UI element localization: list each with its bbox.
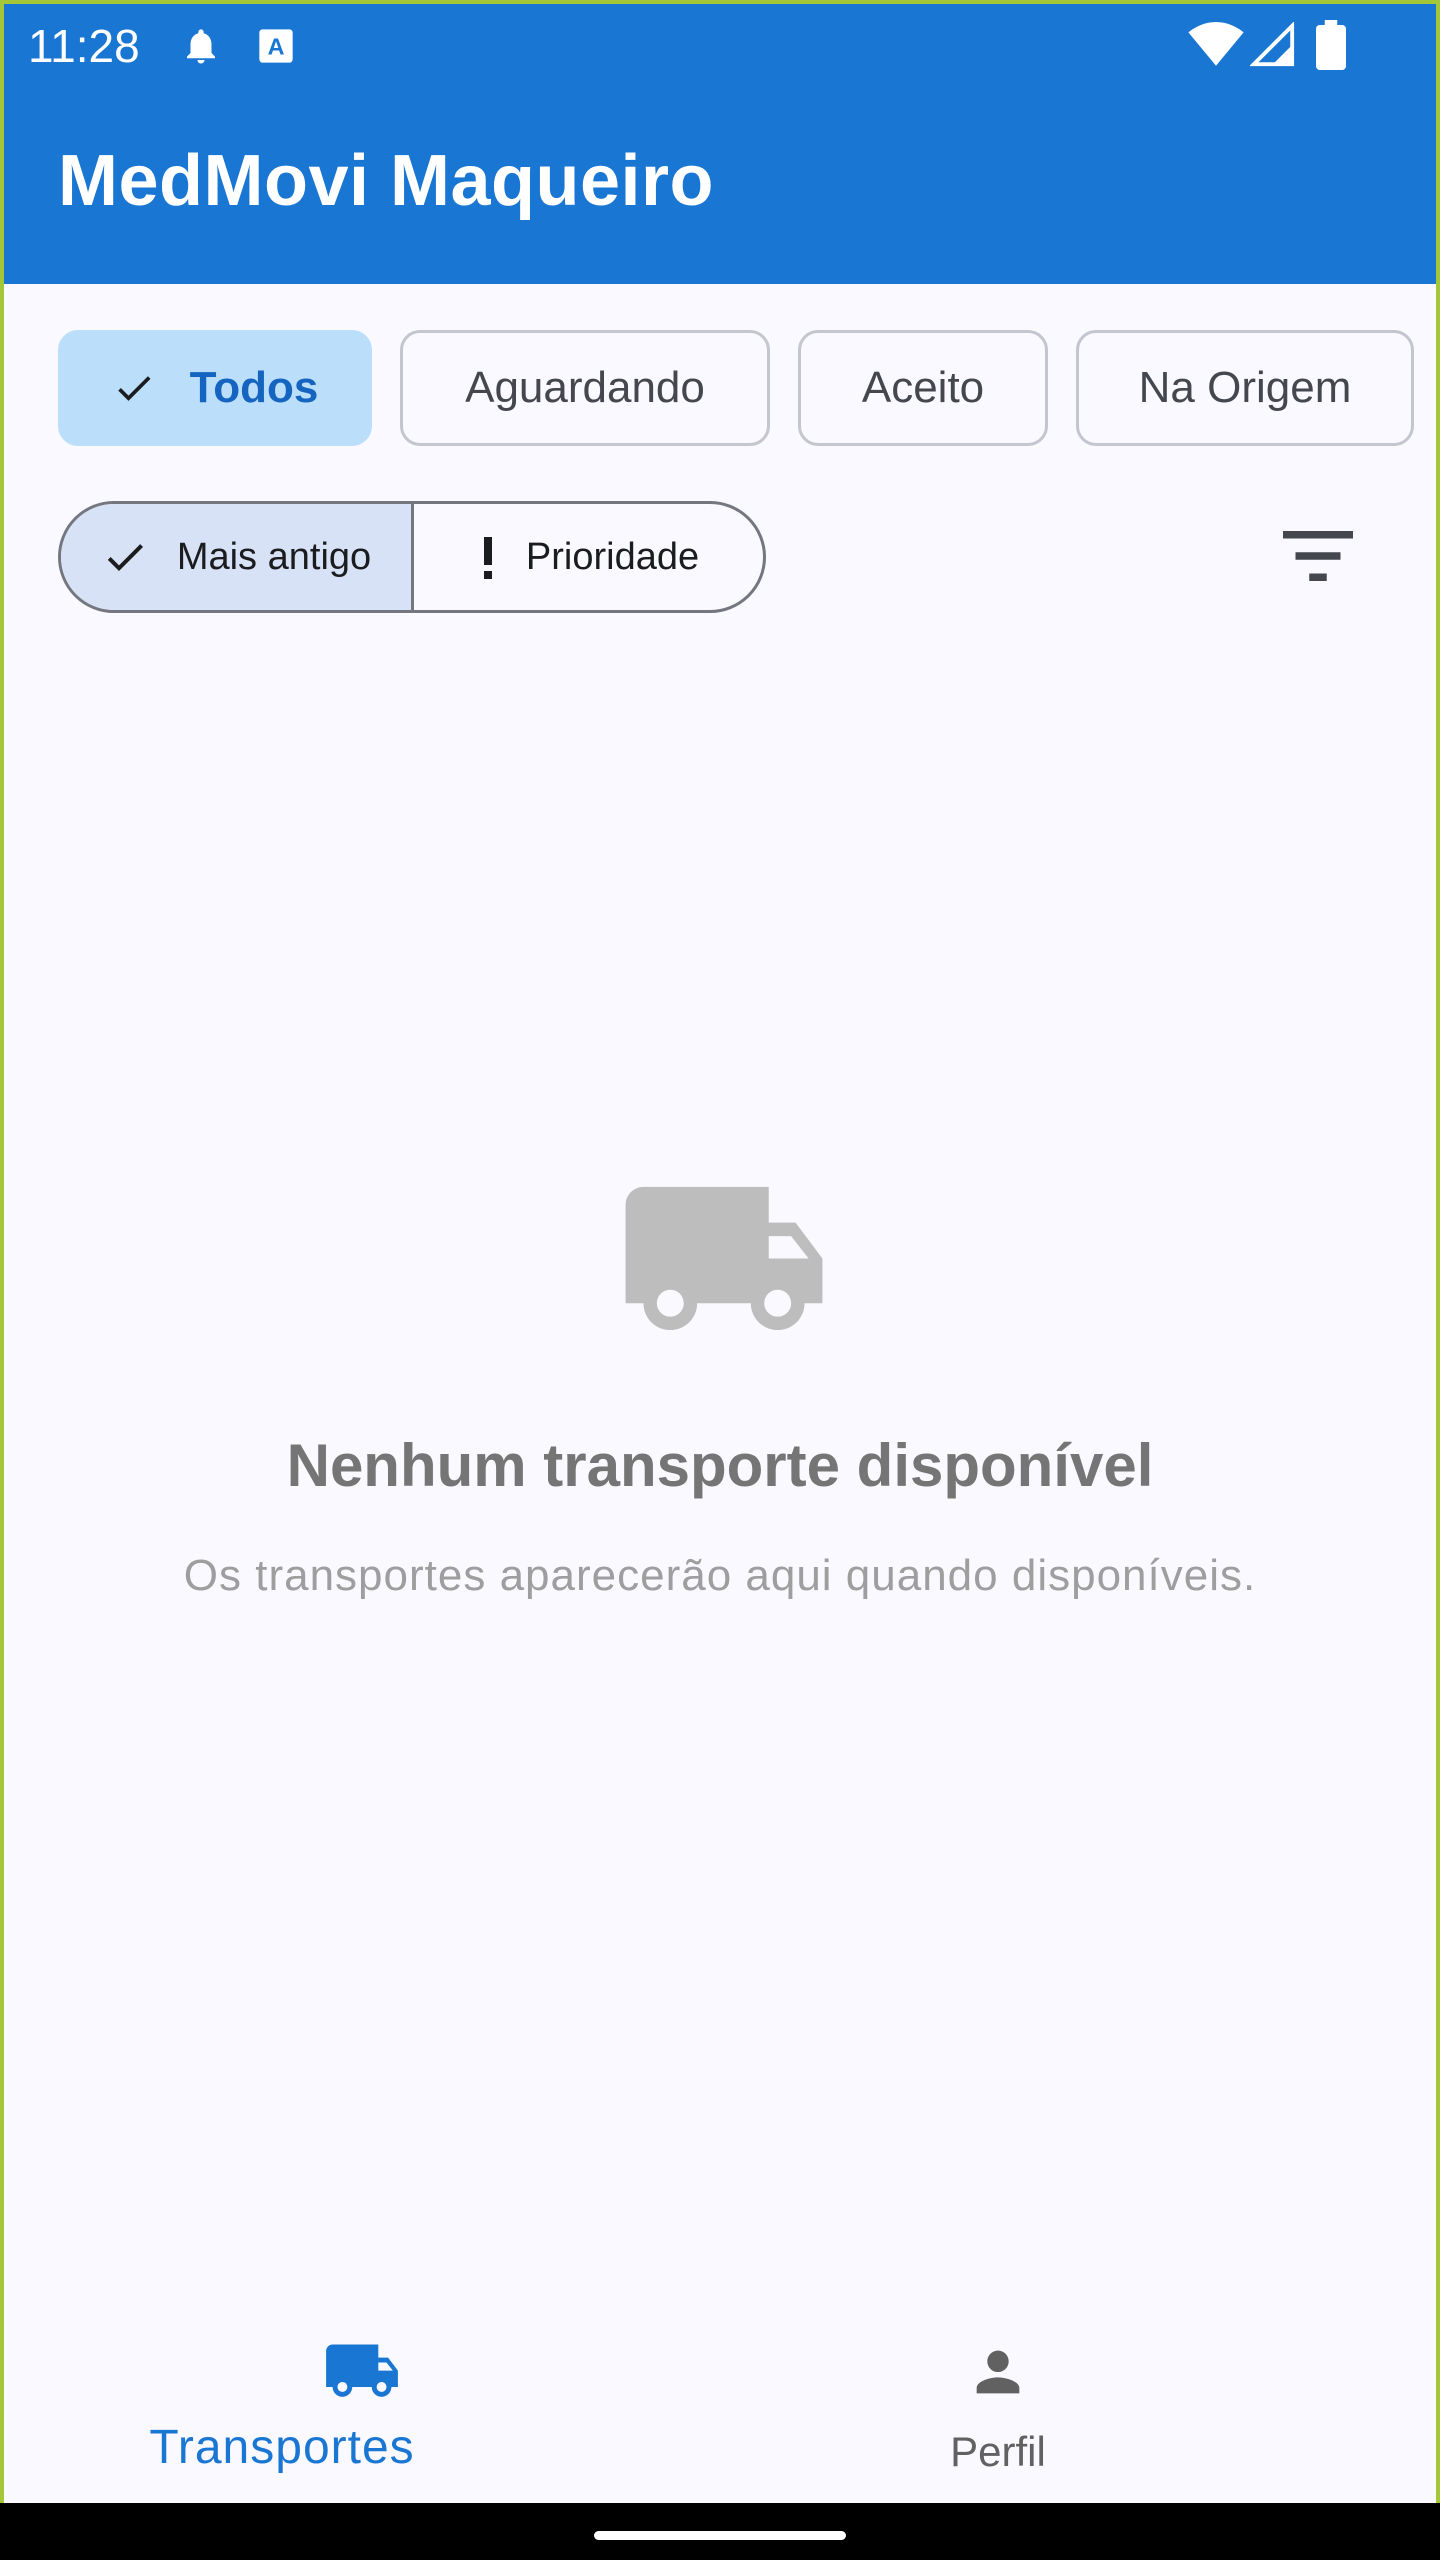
sort-option-mais-antigo[interactable]: Mais antigo [61,504,414,610]
chip-aguardando[interactable]: Aguardando [400,330,770,446]
filter-button[interactable] [1272,516,1364,600]
chip-todos[interactable]: Todos [58,330,372,446]
app-bar: MedMovi Maqueiro [4,88,1436,284]
svg-text:A: A [268,33,285,59]
chip-label: Na Origem [1138,363,1352,412]
sort-option-prioridade[interactable]: Prioridade [414,504,763,610]
empty-state-title: Nenhum transporte disponível [286,1432,1154,1499]
a-notification-icon: A [256,26,296,71]
sort-option-label: Prioridade [525,535,700,578]
chip-aceito[interactable]: Aceito [798,330,1048,446]
chip-na-origem[interactable]: Na Origem [1076,330,1414,446]
app-screen: 11:28 A MedMovi Maqueiro Todos Aguardand… [0,0,1440,2503]
wifi-icon [1188,22,1244,73]
truck-icon [322,2338,402,2405]
bell-icon [180,24,222,73]
battery-icon [1316,20,1346,75]
sort-segmented-button: Mais antigo Prioridade [58,501,766,613]
gesture-handle[interactable] [594,2531,846,2540]
chip-label: Aguardando [465,363,705,412]
empty-state-subtitle: Os transportes aparecerão aqui quando di… [183,1551,1257,1600]
chip-label: Todos [189,363,319,412]
signal-icon [1249,21,1296,73]
status-time: 11:28 [28,20,140,72]
exclamation-icon [478,533,498,581]
sort-option-label: Mais antigo [176,535,372,578]
nav-label-transportes: Transportes [149,2421,415,2474]
check-icon [101,533,149,581]
nav-item-transportes[interactable]: Transportes [4,2300,720,2503]
filter-list-icon [1283,530,1353,586]
app-title: MedMovi Maqueiro [58,141,715,221]
person-icon [966,2340,1030,2409]
nav-label-perfil: Perfil [950,2428,1046,2475]
status-bar: 11:28 A [4,4,1436,88]
check-icon [112,366,156,410]
bottom-navigation: Transportes Perfil [4,2300,1436,2503]
truck-icon [616,1169,832,1339]
chip-label: Aceito [861,363,985,412]
nav-item-perfil[interactable]: Perfil [720,2300,1436,2503]
